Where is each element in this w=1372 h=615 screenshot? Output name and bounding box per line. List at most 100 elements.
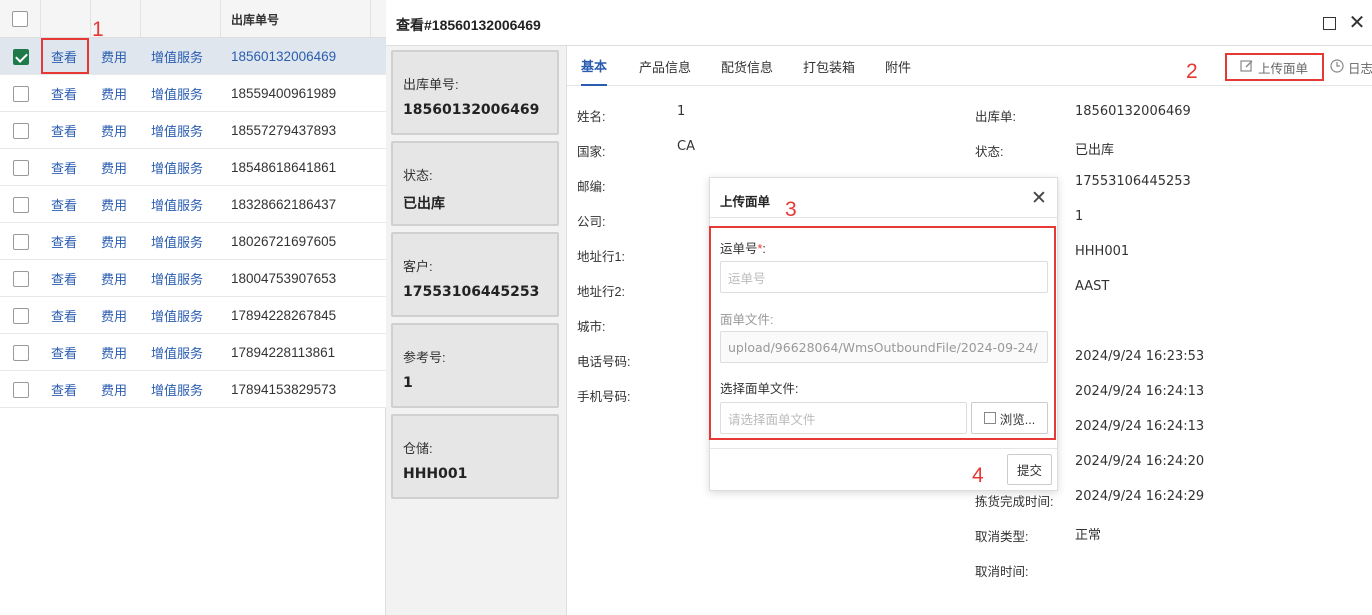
dialog-title: 查看#18560132006469 (396, 17, 541, 33)
value-added-service-link[interactable]: 增值服务 (151, 334, 203, 371)
table-row[interactable]: 查看 费用 增值服务 18328662186437 (0, 186, 386, 223)
dialog-titlebar: 查看#18560132006469 ✕ (386, 0, 1372, 46)
view-link[interactable]: 查看 (51, 186, 77, 223)
vas-link-label: 增值服务 (151, 87, 204, 102)
fee-link[interactable]: 费用 (101, 149, 127, 186)
outbound-number: 17894228267845 (231, 308, 337, 323)
row-checkbox[interactable] (12, 196, 29, 213)
summary-card: 出库单号: 18560132006469 (391, 50, 559, 135)
close-icon[interactable]: ✕ (1346, 12, 1368, 34)
fee-link[interactable]: 费用 (101, 38, 127, 75)
outbound-number-cell: 18548618641861 (231, 149, 336, 186)
view-link-label: 查看 (51, 346, 78, 361)
card-label: 参考号: (403, 350, 446, 365)
table-row[interactable]: 查看 费用 增值服务 18004753907653 (0, 260, 386, 297)
row-select-cell (0, 75, 41, 112)
outbound-number: 18557279437893 (231, 123, 337, 138)
tab-0[interactable]: 基本 (581, 46, 608, 86)
row-checkbox[interactable] (12, 307, 29, 324)
value-added-service-link[interactable]: 增值服务 (151, 371, 203, 408)
row-checkbox[interactable] (12, 159, 29, 176)
fee-link[interactable]: 费用 (101, 334, 127, 371)
fee-link-label: 费用 (101, 309, 128, 324)
vas-link-label: 增值服务 (151, 198, 204, 213)
view-link[interactable]: 查看 (51, 75, 77, 112)
value-added-service-link[interactable]: 增值服务 (151, 149, 203, 186)
table-row[interactable]: 查看 费用 增值服务 18557279437893 (0, 112, 386, 149)
view-link[interactable]: 查看 (51, 260, 77, 297)
table-header: 出库单号 (0, 0, 386, 38)
fee-link[interactable]: 费用 (101, 186, 127, 223)
outbound-number: 18559400961989 (231, 86, 337, 101)
value-added-service-link[interactable]: 增值服务 (151, 297, 203, 334)
tab-1[interactable]: 产品信息 (639, 46, 691, 86)
vas-link-label: 增值服务 (151, 124, 204, 139)
annotation-box-2 (1225, 53, 1324, 81)
outbound-number-cell: 17894228267845 (231, 297, 336, 334)
outbound-number: 18026721697605 (231, 234, 337, 249)
row-select-cell (0, 334, 41, 371)
maximize-icon[interactable] (1318, 12, 1340, 34)
row-checkbox[interactable] (12, 344, 29, 361)
header-outbound-number[interactable]: 出库单号 (221, 0, 371, 38)
fee-link[interactable]: 费用 (101, 371, 127, 408)
row-checkbox[interactable] (12, 48, 29, 65)
submit-button[interactable]: 提交 (1007, 454, 1052, 485)
view-link[interactable]: 查看 (51, 112, 77, 149)
row-select-cell (0, 371, 41, 408)
clock-icon (1330, 58, 1344, 76)
table-row[interactable]: 查看 费用 增值服务 17894228267845 (0, 297, 386, 334)
modal-close-icon[interactable]: ✕ (1031, 187, 1047, 210)
outbound-number-cell: 17894153829573 (231, 371, 336, 408)
table-row[interactable]: 查看 费用 增值服务 17894153829573 (0, 371, 386, 408)
tab-4[interactable]: 附件 (885, 46, 911, 86)
table-row[interactable]: 查看 费用 增值服务 18559400961989 (0, 75, 386, 112)
row-select-cell (0, 186, 41, 223)
summary-card: 参考号: 1 (391, 323, 559, 408)
modal-title: 上传面单 (720, 195, 771, 209)
view-link[interactable]: 查看 (51, 149, 77, 186)
row-checkbox[interactable] (12, 85, 29, 102)
fee-link[interactable]: 费用 (101, 75, 127, 112)
log-button[interactable]: 日志 (1330, 56, 1372, 78)
view-link[interactable]: 查看 (51, 371, 77, 408)
value-added-service-link[interactable]: 增值服务 (151, 260, 203, 297)
row-checkbox[interactable] (12, 233, 29, 250)
row-checkbox[interactable] (12, 381, 29, 398)
card-value: 18560132006469 (403, 102, 540, 118)
field-label: 状态: (975, 145, 1004, 159)
fee-link[interactable]: 费用 (101, 223, 127, 260)
table-row[interactable]: 查看 费用 增值服务 18026721697605 (0, 223, 386, 260)
annotation-box-1 (41, 38, 89, 74)
field-value: 17553106445253 (1075, 174, 1191, 189)
table-row[interactable]: 查看 费用 增值服务 18548618641861 (0, 149, 386, 186)
annotation-marker-2: 2 (1186, 60, 1198, 83)
tab-3[interactable]: 打包装箱 (803, 46, 855, 86)
fee-link[interactable]: 费用 (101, 112, 127, 149)
modal-header: 上传面单 ✕ (710, 178, 1057, 218)
vas-link-label: 增值服务 (151, 346, 204, 361)
field-value: 2024/9/24 16:24:13 (1075, 419, 1205, 434)
tab-2[interactable]: 配货信息 (721, 46, 773, 86)
field-value: HHH001 (1075, 244, 1130, 259)
row-checkbox[interactable] (12, 270, 29, 287)
fee-link[interactable]: 费用 (101, 260, 127, 297)
card-value: 17553106445253 (403, 284, 540, 300)
value-added-service-link[interactable]: 增值服务 (151, 112, 203, 149)
card-label: 状态: (403, 168, 433, 183)
value-added-service-link[interactable]: 增值服务 (151, 223, 203, 260)
view-link-label: 查看 (51, 124, 78, 139)
view-link[interactable]: 查看 (51, 297, 77, 334)
row-checkbox[interactable] (12, 122, 29, 139)
outbound-number: 17894153829573 (231, 382, 337, 397)
field-label: 地址行2: (577, 285, 625, 299)
table-row[interactable]: 查看 费用 增值服务 17894228113861 (0, 334, 386, 371)
view-link[interactable]: 查看 (51, 334, 77, 371)
value-added-service-link[interactable]: 增值服务 (151, 75, 203, 112)
value-added-service-link[interactable]: 增值服务 (151, 186, 203, 223)
field-label: 取消时间: (975, 565, 1029, 579)
value-added-service-link[interactable]: 增值服务 (151, 38, 203, 75)
select-all-checkbox[interactable] (12, 11, 28, 27)
fee-link[interactable]: 费用 (101, 297, 127, 334)
view-link[interactable]: 查看 (51, 223, 77, 260)
